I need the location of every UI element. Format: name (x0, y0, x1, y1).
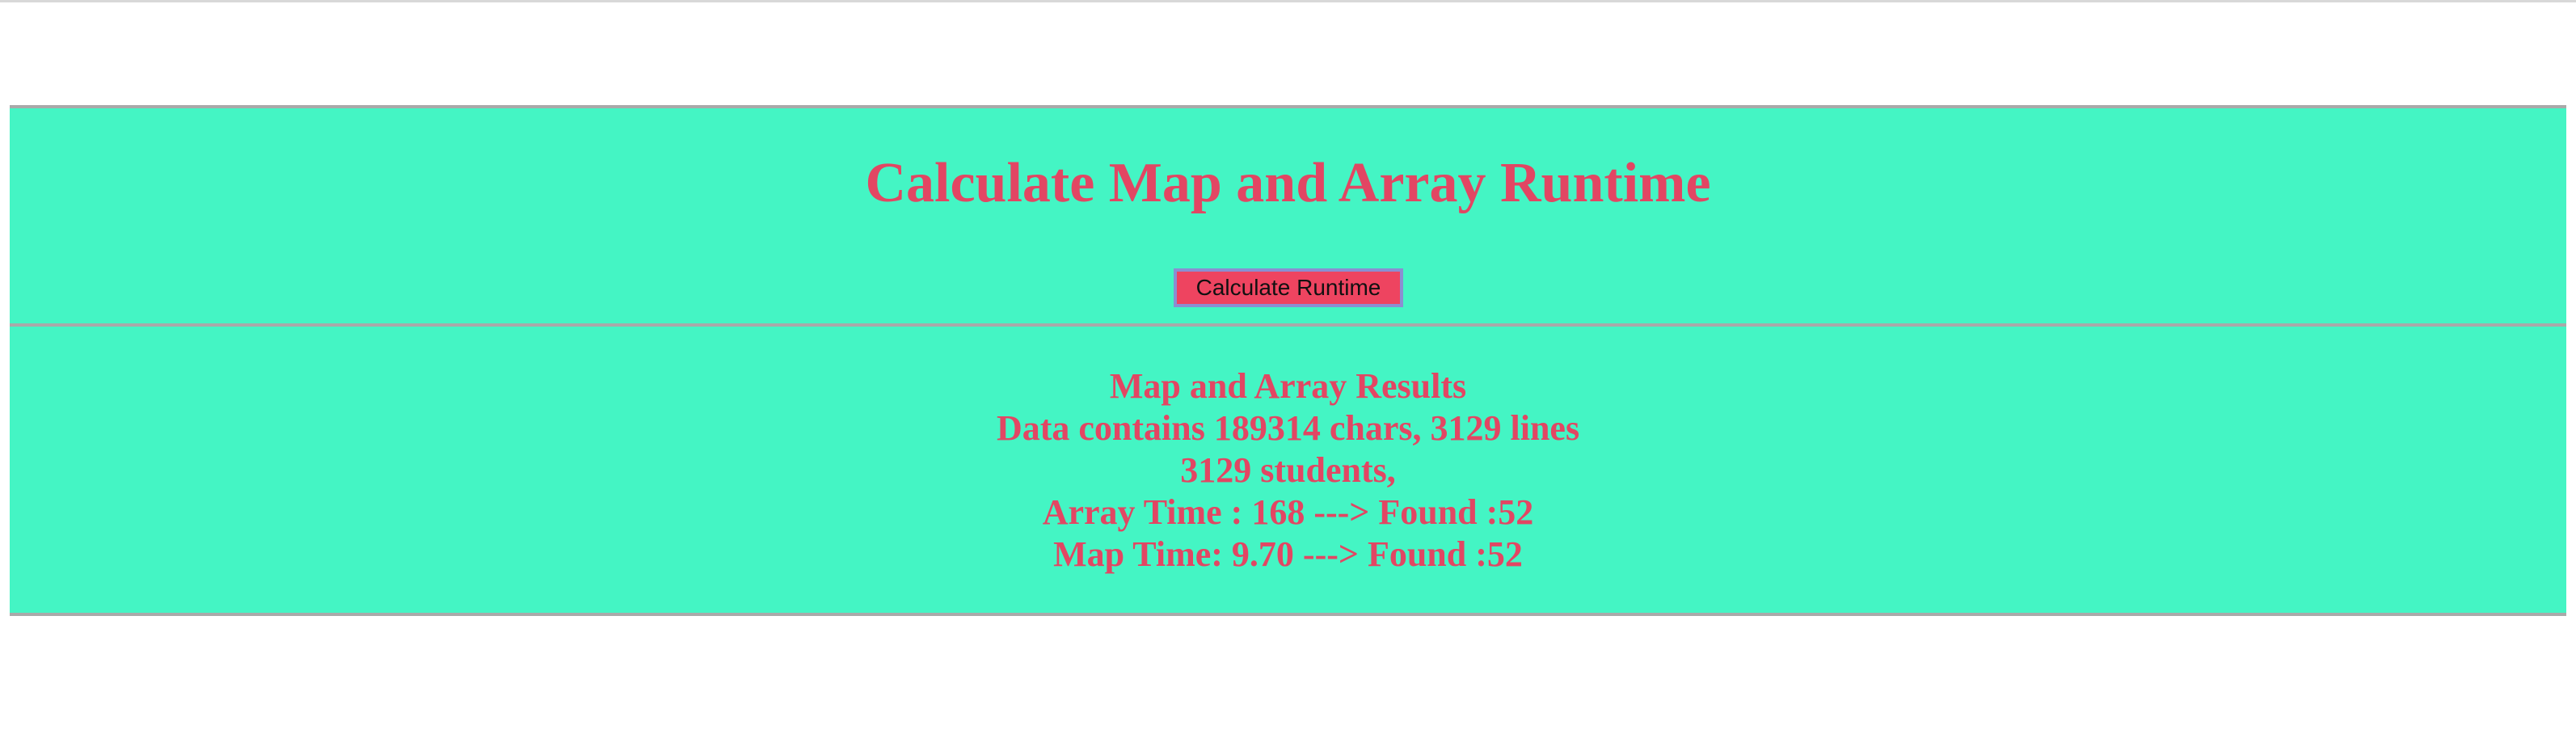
results-text: Map and Array Results Data contains 1893… (10, 365, 2566, 576)
results-heading: Map and Array Results (1109, 366, 1467, 406)
map-time-line: Map Time: 9.70 ---> Found :52 (1053, 534, 1523, 574)
data-summary-line: Data contains 189314 chars, 3129 lines (996, 408, 1580, 448)
page-title: Calculate Map and Array Runtime (865, 152, 1711, 214)
array-time-line: Array Time : 168 ---> Found :52 (1042, 492, 1534, 532)
header-panel: Calculate Map and Array Runtime Calculat… (10, 105, 2566, 327)
results-panel: Map and Array Results Data contains 1893… (10, 323, 2566, 616)
students-count-line: 3129 students, (1180, 450, 1396, 490)
calculate-runtime-button[interactable]: Calculate Runtime (1174, 268, 1403, 307)
top-divider (0, 0, 2576, 2)
